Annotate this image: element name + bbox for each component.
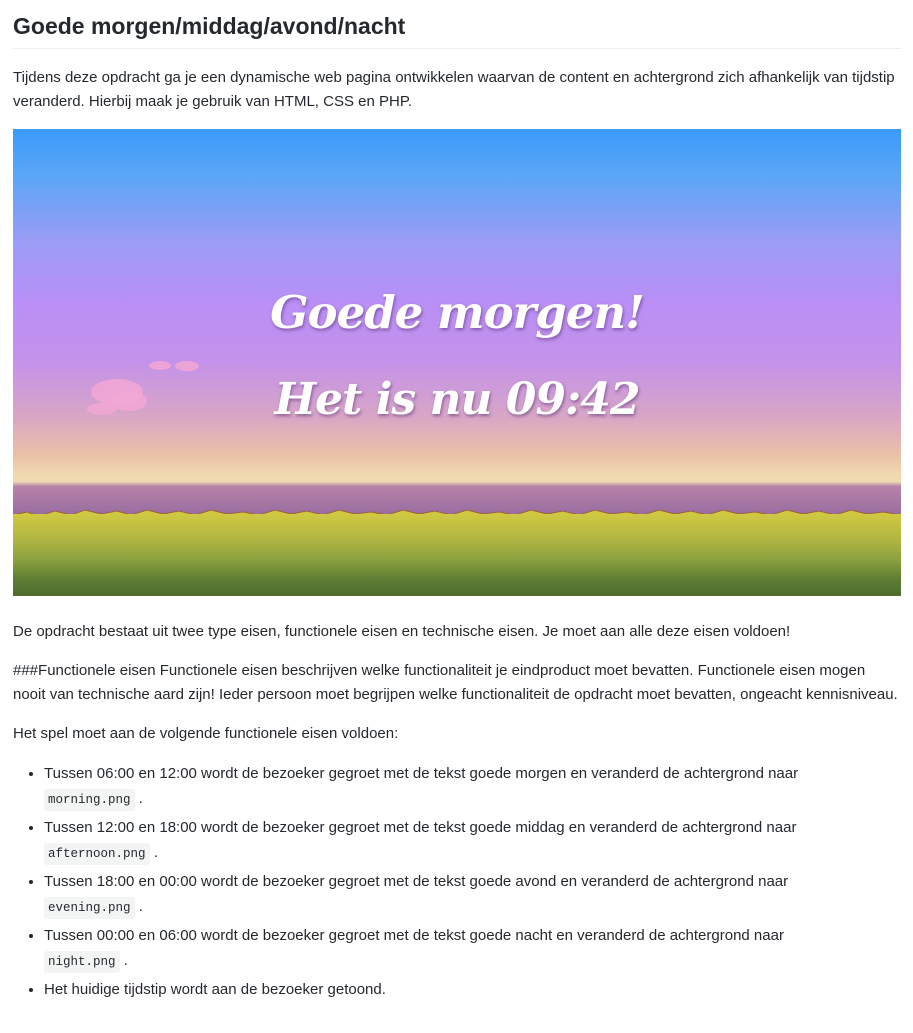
- functional-requirements-lead: Het spel moet aan de volgende functionel…: [13, 724, 399, 742]
- list-item-text: Tussen 12:00 en 18:00 wordt de bezoeker …: [44, 818, 797, 836]
- list-item: Tussen 12:00 en 18:00 wordt de bezoeker …: [44, 815, 901, 865]
- current-time-text: Het is nu 09:42: [274, 373, 640, 425]
- list-item-text: Tussen 18:00 en 00:00 wordt de bezoeker …: [44, 872, 789, 890]
- list-item-end: .: [138, 897, 143, 915]
- intro-paragraph: Tijdens deze opdracht ga je een dynamisc…: [13, 68, 895, 110]
- filename-code: night.png: [44, 950, 120, 973]
- list-item-text: Tussen 06:00 en 12:00 wordt de bezoeker …: [44, 764, 799, 782]
- preview-image: Goede morgen! Het is nu 09:42: [13, 128, 901, 596]
- filename-code: evening.png: [44, 896, 135, 919]
- list-item: Tussen 00:00 en 06:00 wordt de bezoeker …: [44, 923, 901, 973]
- readme-content: Goede morgen/middag/avond/nacht Tijdens …: [13, 0, 901, 1002]
- ground: [13, 513, 901, 596]
- list-item-text: Tussen 00:00 en 06:00 wordt de bezoeker …: [44, 926, 784, 944]
- list-item-end: .: [123, 951, 128, 969]
- list-item-end: .: [153, 843, 158, 861]
- list-item-text: Het huidige tijdstip wordt aan de bezoek…: [44, 980, 386, 998]
- functional-requirements-description: ###Functionele eisen Functionele eisen b…: [13, 661, 898, 703]
- requirements-intro: De opdracht bestaat uit twee type eisen,…: [13, 622, 791, 640]
- page-title: Goede morgen/middag/avond/nacht: [13, 0, 901, 49]
- greeting-text: Goede morgen!: [270, 285, 645, 339]
- list-item: Tussen 06:00 en 12:00 wordt de bezoeker …: [44, 761, 901, 811]
- filename-code: afternoon.png: [44, 842, 150, 865]
- list-item: Het huidige tijdstip wordt aan de bezoek…: [44, 977, 901, 1002]
- functional-requirements-list: Tussen 06:00 en 12:00 wordt de bezoeker …: [13, 761, 901, 1002]
- list-item-end: .: [138, 789, 143, 807]
- list-item: Tussen 18:00 en 00:00 wordt de bezoeker …: [44, 869, 901, 919]
- filename-code: morning.png: [44, 788, 135, 811]
